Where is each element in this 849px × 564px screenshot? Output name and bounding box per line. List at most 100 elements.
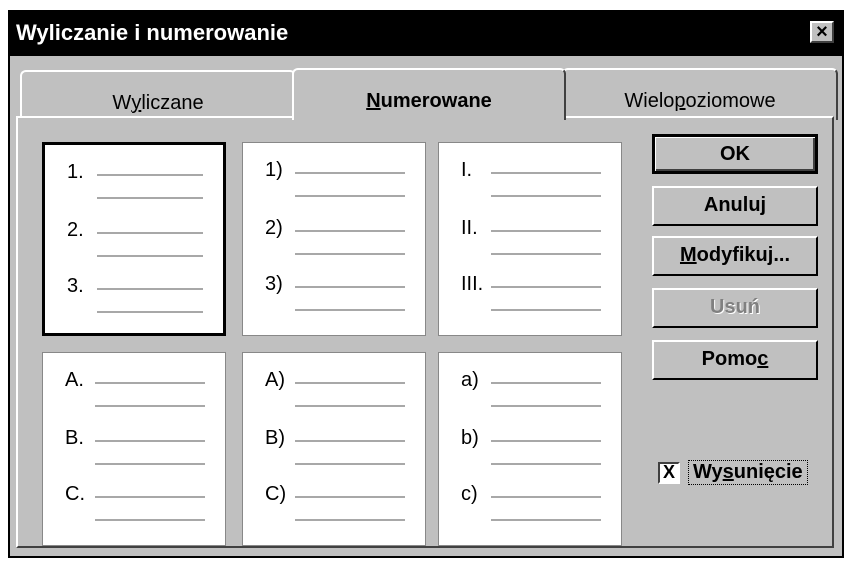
sample-line	[97, 174, 203, 176]
sample-line	[491, 172, 601, 174]
list-marker: C.	[65, 483, 85, 505]
preset-row: c)	[439, 483, 621, 539]
sample-line	[491, 519, 601, 521]
tab-label-accesskey: p	[674, 90, 686, 112]
list-marker: 2.	[67, 219, 84, 241]
bullets-numbering-dialog: Wyliczanie i numerowanie × Wyliczane Num…	[8, 10, 844, 558]
tab-label-accesskey: N	[366, 90, 381, 112]
sample-line	[97, 311, 203, 313]
sample-line	[295, 382, 405, 384]
sample-line	[295, 519, 405, 521]
indent-checkbox[interactable]: X	[658, 462, 680, 484]
tab-label: oziomowe	[685, 90, 776, 112]
sample-line	[97, 197, 203, 199]
sample-line	[95, 382, 205, 384]
dialog-title: Wyliczanie i numerowanie	[16, 20, 289, 45]
preset-alpha-lower-paren[interactable]: a) b) c)	[438, 352, 622, 546]
delete-button[interactable]: Usuń	[652, 288, 818, 328]
preset-row: a)	[439, 369, 621, 425]
sample-line	[95, 405, 205, 407]
sample-line	[491, 253, 601, 255]
preset-alpha-upper-period[interactable]: A. B. C.	[42, 352, 226, 546]
indent-accesskey: s	[722, 461, 734, 483]
tab-bulleted[interactable]: Wyliczane	[20, 70, 296, 120]
tab-multilevel[interactable]: Wielopoziomowe	[562, 68, 838, 120]
preset-row: 2)	[243, 217, 425, 273]
sample-line	[295, 405, 405, 407]
sample-line	[491, 440, 601, 442]
list-marker: III.	[461, 273, 484, 295]
preset-row: 1.	[45, 161, 223, 217]
list-marker: 1)	[265, 159, 283, 181]
tab-label: Wielo	[624, 90, 675, 112]
sample-line	[295, 172, 405, 174]
sample-line	[295, 230, 405, 232]
sample-line	[295, 440, 405, 442]
sample-line	[95, 463, 205, 465]
help-button[interactable]: Pomoc	[652, 340, 818, 380]
preset-row: B)	[243, 427, 425, 483]
sample-line	[491, 496, 601, 498]
modify-accesskey: M	[679, 244, 697, 266]
list-marker: 3)	[265, 273, 283, 295]
list-marker: I.	[461, 159, 473, 181]
preset-row: 3.	[45, 275, 223, 331]
sample-line	[97, 232, 203, 234]
sample-line	[295, 253, 405, 255]
list-marker: c)	[461, 483, 478, 505]
sample-line	[295, 195, 405, 197]
numbering-presets-grid: 1. 2. 3. 1) 2) 3) I. II. III. A. B. C. A…	[42, 142, 632, 546]
sample-line	[295, 463, 405, 465]
preset-row: 1)	[243, 159, 425, 215]
preset-row: II.	[439, 217, 621, 273]
tab-numbered[interactable]: Numerowane	[292, 68, 566, 120]
sample-line	[491, 382, 601, 384]
title-bar: Wyliczanie i numerowanie ×	[10, 12, 842, 56]
indent-label-text: Wy	[693, 461, 723, 483]
sample-line	[491, 405, 601, 407]
preset-row: III.	[439, 273, 621, 329]
sample-line	[491, 309, 601, 311]
list-marker: B.	[65, 427, 84, 449]
preset-alpha-upper-paren[interactable]: A) B) C)	[242, 352, 426, 546]
list-marker: A.	[65, 369, 84, 391]
list-marker: 3.	[67, 275, 84, 297]
list-marker: 2)	[265, 217, 283, 239]
preset-row: I.	[439, 159, 621, 215]
preset-row: b)	[439, 427, 621, 483]
list-marker: 1.	[67, 161, 84, 183]
preset-roman-upper[interactable]: I. II. III.	[438, 142, 622, 336]
list-marker: II.	[461, 217, 478, 239]
sample-line	[295, 286, 405, 288]
preset-row: B.	[43, 427, 225, 483]
preset-row: C.	[43, 483, 225, 539]
list-marker: A)	[265, 369, 285, 391]
tab-label-accesskey: y	[131, 92, 142, 114]
indent-label[interactable]: Wysunięcie	[688, 460, 808, 485]
sample-line	[95, 496, 205, 498]
preset-row: C)	[243, 483, 425, 539]
cancel-button[interactable]: Anuluj	[652, 186, 818, 226]
modify-button[interactable]: Modyfikuj...	[652, 236, 818, 276]
sample-line	[97, 255, 203, 257]
ok-button[interactable]: OK	[652, 134, 818, 174]
indent-label-text: unięcie	[733, 461, 803, 483]
preset-arabic-period[interactable]: 1. 2. 3.	[42, 142, 226, 336]
preset-row: 3)	[243, 273, 425, 329]
list-marker: b)	[461, 427, 479, 449]
sample-line	[295, 309, 405, 311]
sample-line	[97, 288, 203, 290]
sample-line	[295, 496, 405, 498]
list-marker: C)	[265, 483, 287, 505]
preset-arabic-paren[interactable]: 1) 2) 3)	[242, 142, 426, 336]
tab-label: umerowane	[380, 90, 492, 112]
sample-line	[491, 463, 601, 465]
close-icon[interactable]: ×	[810, 21, 834, 43]
help-label: Pomo	[701, 348, 758, 370]
modify-label: odyfikuj...	[696, 244, 790, 266]
preset-row: A)	[243, 369, 425, 425]
sample-line	[491, 230, 601, 232]
preset-row: A.	[43, 369, 225, 425]
list-marker: B)	[265, 427, 285, 449]
preset-row: 2.	[45, 219, 223, 275]
